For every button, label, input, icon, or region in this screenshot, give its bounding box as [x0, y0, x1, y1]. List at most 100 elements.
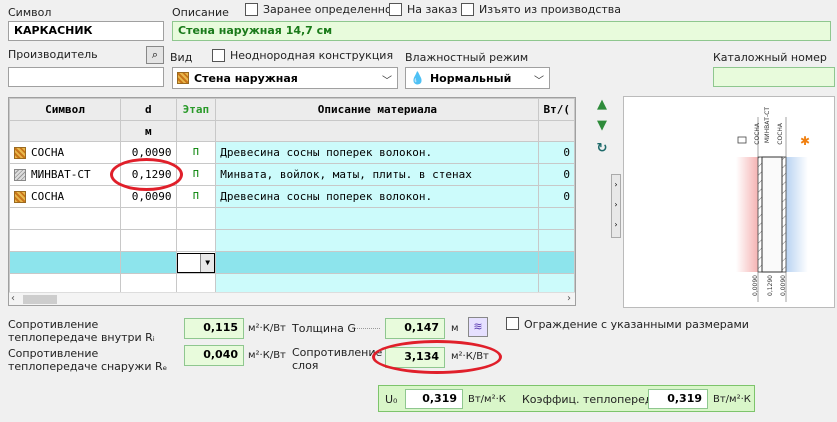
layer-thickness: 0,0090 [752, 275, 759, 296]
u0-unit: Вт/м²·К [468, 394, 506, 405]
discontinued-checkbox[interactable] [461, 3, 474, 16]
thickness-cell[interactable]: 0,1290 [120, 163, 177, 186]
predefined-label: Заранее определенное [263, 3, 399, 16]
thickness-output: 0,147 [385, 318, 445, 339]
table-row[interactable]: МИНВАТ-СТ 0,1290 П Минвата, войлок, маты… [9, 163, 575, 186]
water-drop-icon: 💧 [410, 71, 425, 85]
col-header-conductivity[interactable]: Вт/( [538, 98, 575, 121]
thickness-unit: м [451, 323, 459, 334]
wall-section-svg: ✱ [736, 117, 810, 302]
unit-cell-d: м [120, 120, 177, 142]
chevron-down-icon: ﹀ [534, 76, 544, 87]
etap-dropdown[interactable]: ▼ [175, 251, 217, 274]
horizontal-scrollbar[interactable]: ‹ › [9, 292, 575, 305]
ri-input[interactable]: 0,115 [184, 318, 244, 339]
move-down-icon[interactable]: ▼ [594, 118, 610, 133]
svg-text:✱: ✱ [800, 134, 810, 148]
materials-grid: Символ d Этап Описание материала Вт/( м … [8, 97, 576, 306]
etap-cell[interactable]: П [175, 141, 217, 164]
catalog-label: Каталожный номер [713, 51, 827, 64]
humidity-label: Влажностный режим [405, 51, 529, 64]
unit-cell [9, 120, 122, 142]
conductivity-cell[interactable]: 0 [538, 141, 575, 164]
refresh-icon[interactable]: ↻ [594, 141, 610, 156]
symbol-cell[interactable]: СОСНА [9, 185, 122, 208]
table-row[interactable] [9, 229, 575, 252]
layer-r-label: Сопротивление слоя [292, 346, 383, 372]
humidity-combo[interactable]: 💧 Нормальный ﹀ [405, 67, 550, 89]
conductivity-cell[interactable]: 0 [538, 163, 575, 186]
u-unit: Вт/м²·К [713, 394, 751, 405]
fixed-size-checkbox[interactable] [506, 317, 519, 330]
symbol-cell[interactable]: СОСНА [9, 141, 122, 164]
unit-cell [215, 120, 540, 142]
re-unit: м²·К/Вт [248, 350, 286, 361]
symbol-cell[interactable]: МИНВАТ-СТ [9, 163, 122, 186]
etap-cell[interactable]: П [175, 163, 217, 186]
thickness-label: Толщина G [292, 322, 356, 335]
u0-label: U₀ [385, 393, 398, 406]
to-order-label: На заказ [407, 3, 458, 16]
description-input[interactable]: Стена наружная 14,7 см [172, 21, 831, 41]
re-label: Сопротивление теплопередаче снаружи Rₑ [8, 347, 168, 373]
move-up-icon[interactable]: ▲ [594, 97, 610, 112]
chart-icon[interactable]: ≋ [468, 317, 488, 337]
catalog-input[interactable] [713, 67, 835, 87]
wood-icon [14, 191, 26, 203]
to-order-checkbox[interactable] [389, 3, 402, 16]
scroll-right-icon[interactable]: › [567, 293, 571, 304]
view-combo-value: Стена наружная [194, 71, 298, 85]
u-label: Коэффиц. теплоперед.U [522, 393, 665, 406]
layer-r-unit: м²·К/Вт [451, 351, 489, 362]
unit-cell [538, 120, 575, 142]
u-output: 0,319 [648, 389, 708, 409]
chevron-down-icon: ﹀ [382, 76, 392, 87]
etap-cell[interactable]: П [175, 185, 217, 208]
col-header-d[interactable]: d [120, 98, 177, 121]
wall-section-diagram: ✱ СОСНА МИНВАТ-СТ СОСНА 0,0090 0,1290 0,… [623, 96, 835, 308]
dropdown-arrow-icon[interactable]: ▼ [200, 253, 215, 272]
predefined-checkbox[interactable] [245, 3, 258, 16]
layer-label: СОСНА [777, 123, 784, 145]
wall-icon [177, 72, 189, 84]
manufacturer-label: Производитель [8, 48, 98, 61]
wood-icon [14, 147, 26, 159]
layer-label: СОСНА [754, 123, 761, 145]
table-row[interactable] [9, 207, 575, 230]
thickness-cell[interactable]: 0,0090 [120, 185, 177, 208]
col-header-symbol[interactable]: Символ [9, 98, 122, 121]
collapse-panel-handle[interactable]: › › › [611, 174, 621, 238]
description-cell[interactable]: Древесина сосны поперек волокон. [215, 141, 540, 164]
table-row[interactable]: СОСНА 0,0090 П Древесина сосны поперек в… [9, 185, 575, 208]
description-cell[interactable]: Древесина сосны поперек волокон. [215, 185, 540, 208]
conductivity-cell[interactable]: 0 [538, 185, 575, 208]
symbol-label: Символ [8, 6, 52, 19]
layer-r-output: 3,134 [385, 347, 445, 368]
ri-unit: м²·К/Вт [248, 323, 286, 334]
manufacturer-lookup-icon[interactable]: ⌕ [146, 46, 164, 64]
manufacturer-input[interactable] [8, 67, 164, 87]
description-cell[interactable]: Минвата, войлок, маты, плиты. в стенах [215, 163, 540, 186]
non-uniform-label: Неоднородная конструкция [230, 49, 394, 62]
col-header-description[interactable]: Описание материала [215, 98, 540, 121]
scroll-left-icon[interactable]: ‹ [11, 293, 15, 304]
layer-thickness: 0,0090 [780, 275, 787, 296]
col-header-etap[interactable]: Этап [175, 98, 217, 121]
symbol-input[interactable]: КАРКАСНИК [8, 21, 164, 41]
view-combo[interactable]: Стена наружная ﹀ [172, 67, 398, 89]
table-row-selected[interactable]: ▼ [9, 251, 575, 274]
layer-label: МИНВАТ-СТ [764, 107, 771, 144]
table-row[interactable]: СОСНА 0,0090 П Древесина сосны поперек в… [9, 141, 575, 164]
non-uniform-checkbox[interactable] [212, 49, 225, 62]
u0-output: 0,319 [405, 389, 463, 409]
description-label: Описание [172, 6, 229, 19]
view-label: Вид [170, 51, 193, 64]
discontinued-label: Изъято из производства [479, 3, 621, 16]
re-input[interactable]: 0,040 [184, 345, 244, 366]
scrollbar-thumb[interactable] [23, 295, 57, 304]
fixed-size-label: Ограждение с указанными размерами [524, 318, 749, 331]
layer-thickness: 0,1290 [767, 275, 774, 296]
ri-label: Сопротивление теплопередаче внутри Rᵢ [8, 318, 155, 344]
thickness-cell[interactable]: 0,0090 [120, 141, 177, 164]
mineral-wool-icon [14, 169, 26, 181]
